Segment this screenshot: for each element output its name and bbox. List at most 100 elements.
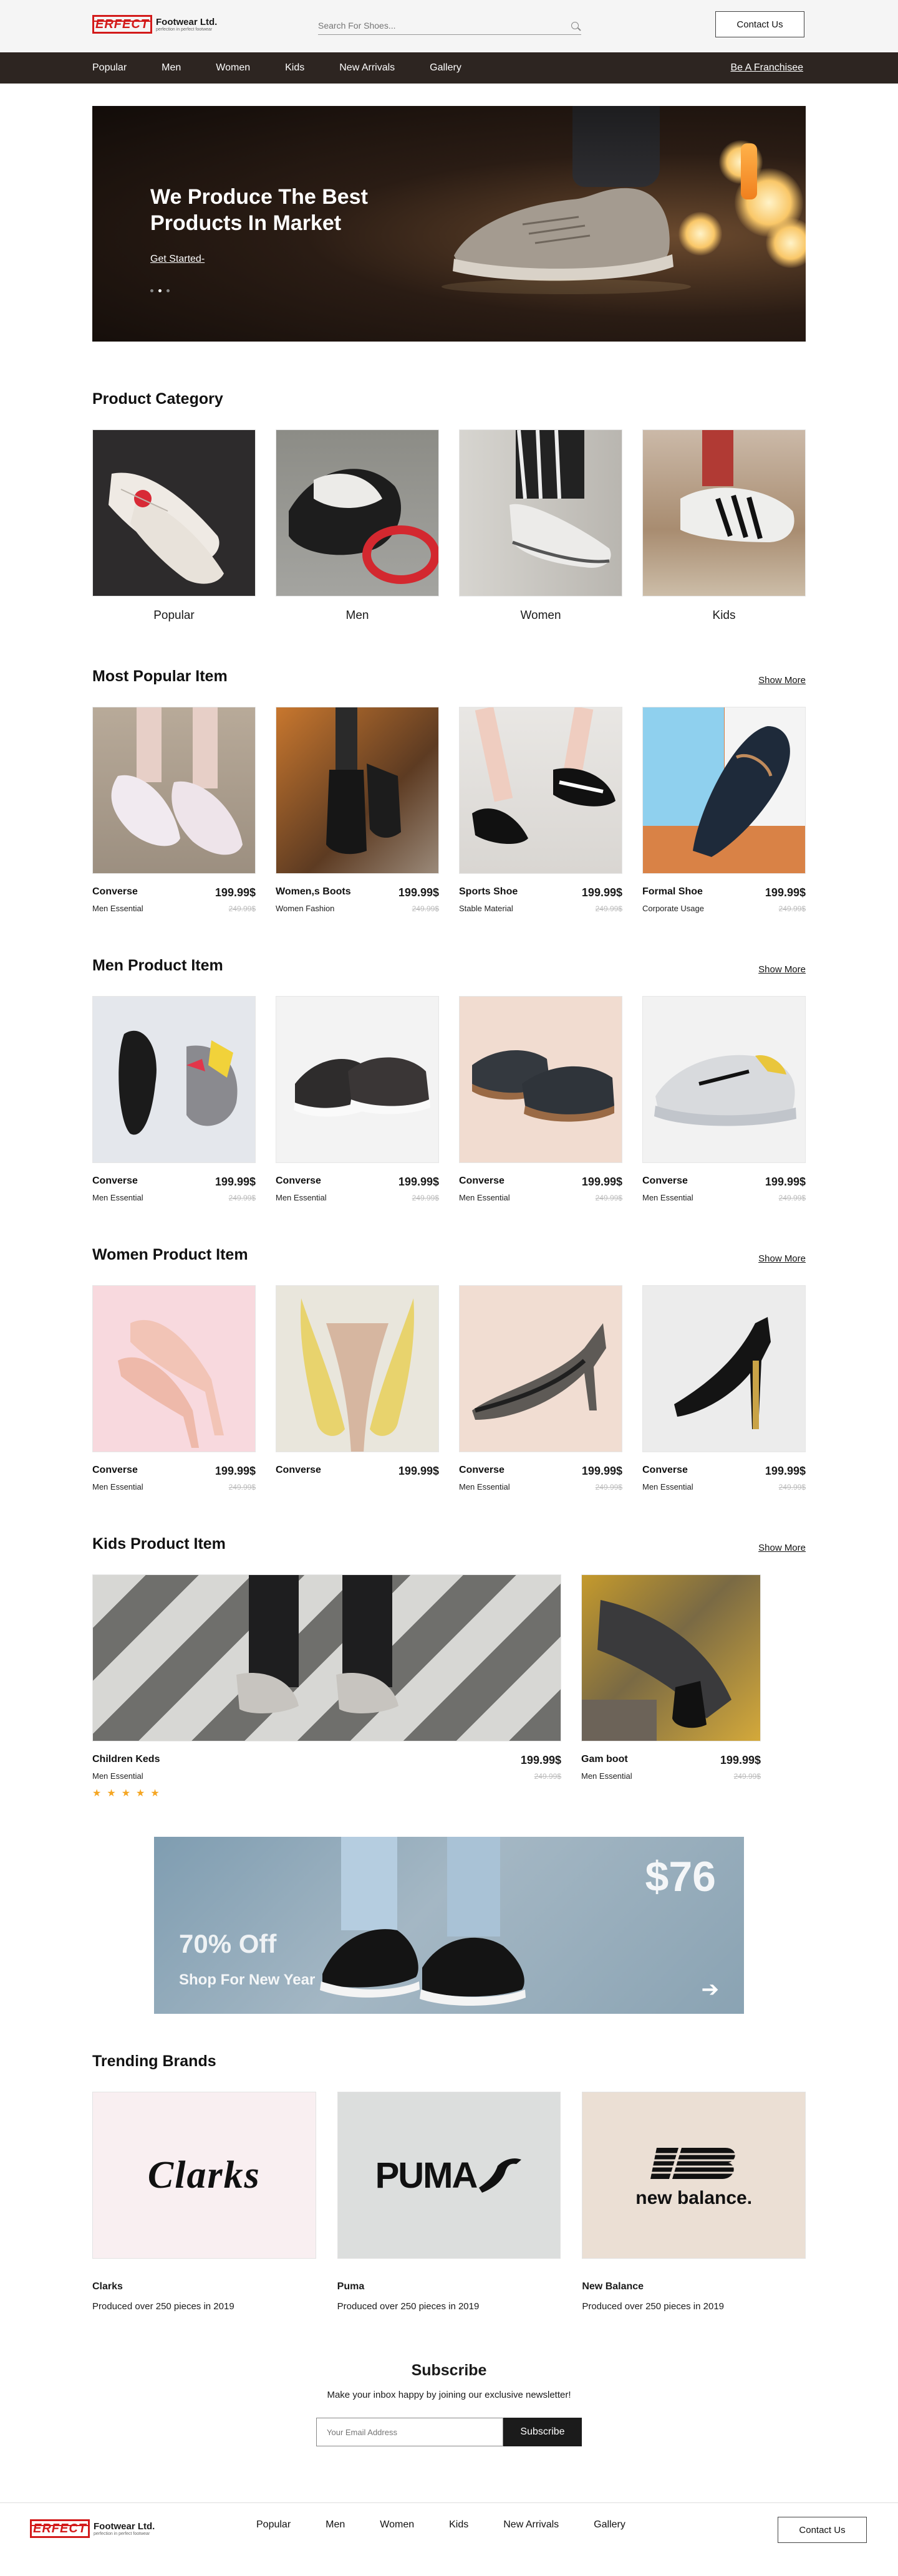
footer-nav-popular[interactable]: Popular	[256, 2519, 291, 2531]
nav-item-men[interactable]: Men	[162, 62, 181, 74]
brand-logo-box: Clarks	[92, 2092, 316, 2259]
section-title: Product Category	[92, 390, 223, 408]
product-name: Formal Shoe	[642, 886, 703, 897]
section-title: Women Product Item	[92, 1246, 248, 1263]
popular-section: Most Popular Item Show More Converse Men …	[92, 668, 806, 913]
product-card[interactable]: Gam boot Men Essential 199.99$ 249.99$	[581, 1574, 761, 1799]
promo-subtitle: Shop For New Year	[179, 1971, 316, 1988]
product-image	[581, 1574, 761, 1741]
product-card[interactable]: Converse Men Essential 199.99$ 249.99$	[276, 996, 439, 1202]
product-price: 199.99$	[215, 1175, 256, 1188]
product-name: Sports Shoe	[459, 886, 518, 897]
puma-logo: PUMA	[375, 2155, 478, 2196]
section-title: Most Popular Item	[92, 668, 228, 685]
kids-section: Kids Product Item Show More Children Ked…	[92, 1535, 806, 1799]
logo-name: Footwear Ltd.	[156, 17, 218, 27]
product-image	[459, 429, 622, 596]
category-label: Kids	[712, 609, 736, 622]
footer-nav-men[interactable]: Men	[326, 2519, 345, 2531]
carousel-dot[interactable]	[167, 289, 170, 292]
product-card[interactable]: Formal Shoe Corporate Usage 199.99$ 249.99…	[642, 707, 806, 913]
product-old-price: 249.99$	[733, 1772, 761, 1781]
product-card[interactable]: Converse Men Essential 199.99$ 249.99$	[92, 996, 256, 1202]
women-section: Women Product Item Show More Converse Men…	[92, 1246, 806, 1491]
product-name: Women,s Boots	[276, 886, 351, 897]
category-label: Men	[345, 609, 369, 622]
promo-banner[interactable]: 70% Off Shop For New Year $76 ➔	[154, 1837, 744, 2014]
footer-nav-new-arrivals[interactable]: New Arrivals	[503, 2519, 559, 2531]
product-subtitle: Stable Material	[459, 904, 513, 913]
product-card[interactable]: Converse Men Essential 199.99$ 249.99$	[92, 1285, 256, 1491]
carousel-dots	[150, 289, 170, 292]
show-more-link[interactable]: Show More	[758, 1253, 806, 1264]
carousel-dot[interactable]	[158, 289, 162, 292]
product-old-price: 249.99$	[534, 1772, 561, 1781]
subscribe-button[interactable]: Subscribe	[503, 2418, 582, 2446]
get-started-link[interactable]: Get Started-	[150, 254, 205, 265]
product-card[interactable]: Converse Men Essential 199.99$ 249.99$	[459, 1285, 622, 1491]
category-card-men[interactable]: Men	[276, 429, 439, 623]
brand-card-new-balance[interactable]: new balance. New Balance Produced over 2…	[582, 2092, 806, 2312]
product-old-price: 249.99$	[228, 904, 256, 913]
bokeh-light	[741, 143, 757, 199]
nav-item-popular[interactable]: Popular	[92, 62, 127, 74]
search-input[interactable]	[318, 20, 571, 31]
nav-item-new-arrivals[interactable]: New Arrivals	[339, 62, 395, 74]
product-price: 199.99$	[765, 886, 806, 899]
footer-nav-gallery[interactable]: Gallery	[594, 2519, 625, 2531]
product-image	[459, 996, 622, 1163]
category-label: Popular	[153, 609, 195, 622]
product-card[interactable]: Sports Shoe Stable Material 199.99$ 249.99…	[459, 707, 622, 913]
product-card[interactable]: Converse 199.99$	[276, 1285, 439, 1491]
search-icon[interactable]	[571, 21, 579, 29]
brand-logo[interactable]: ERFECT Footwear Ltd. perfection in perfe…	[92, 15, 217, 34]
product-card[interactable]: Children Keds Men Essential ★★★★★ 199.99…	[92, 1574, 561, 1799]
show-more-link[interactable]: Show More	[758, 675, 806, 686]
category-card-popular[interactable]: Popular	[92, 429, 256, 623]
show-more-link[interactable]: Show More	[758, 1543, 806, 1553]
email-field[interactable]	[316, 2418, 503, 2446]
brand-description: Produced over 250 pieces in 2019	[582, 2301, 725, 2312]
footer-nav-kids[interactable]: Kids	[449, 2519, 468, 2531]
hero-sneaker-image	[442, 188, 691, 294]
brand-card-clarks[interactable]: Clarks Clarks Produced over 250 pieces i…	[92, 2092, 316, 2312]
product-image	[642, 1285, 806, 1452]
nav-item-women[interactable]: Women	[216, 62, 250, 74]
section-title: Trending Brands	[92, 2052, 216, 2070]
carousel-dot[interactable]	[150, 289, 153, 292]
product-subtitle: Men Essential	[92, 1193, 143, 1202]
show-more-link[interactable]: Show More	[758, 964, 806, 975]
product-image	[92, 996, 256, 1163]
promo-price: $76	[645, 1853, 716, 1900]
arrow-right-icon[interactable]: ➔	[702, 1977, 720, 2002]
product-image	[276, 996, 439, 1163]
product-card[interactable]: Converse Men Essential 199.99$ 249.99$	[459, 996, 622, 1202]
product-subtitle: Corporate Usage	[642, 904, 704, 913]
brand-card-puma[interactable]: PUMA Puma Produced over 250 pieces in 20…	[337, 2092, 561, 2312]
product-card[interactable]: Converse Men Essential 199.99$ 249.99$	[92, 707, 256, 913]
product-old-price: 249.99$	[778, 904, 806, 913]
product-subtitle: Men Essential	[642, 1193, 693, 1202]
subscribe-text: Make your inbox happy by joining our exc…	[327, 2390, 571, 2400]
brand-name: Puma	[337, 2281, 365, 2292]
contact-button[interactable]: Contact Us	[715, 11, 804, 37]
category-card-women[interactable]: Women	[459, 429, 622, 623]
franchise-link[interactable]: Be A Franchisee	[730, 62, 803, 74]
footer-nav-women[interactable]: Women	[380, 2519, 414, 2531]
product-price: 199.99$	[581, 1465, 622, 1477]
product-image	[92, 1285, 256, 1452]
footer-logo[interactable]: ERFECT Footwear Ltd. perfection in perfe…	[30, 2519, 155, 2538]
product-name: Converse	[92, 1465, 138, 1475]
product-card[interactable]: Converse Men Essential 199.99$ 249.99$	[642, 1285, 806, 1491]
product-card[interactable]: Women,s Boots Women Fashion 199.99$ 249.99…	[276, 707, 439, 913]
footer-contact-button[interactable]: Contact Us	[778, 2517, 867, 2543]
category-card-kids[interactable]: Kids	[642, 429, 806, 623]
product-price: 199.99$	[581, 886, 622, 899]
product-old-price: 249.99$	[595, 1194, 622, 1202]
nav-item-gallery[interactable]: Gallery	[430, 62, 461, 74]
product-subtitle: Men Essential	[276, 1193, 327, 1202]
logo-tagline: perfection in perfect footwear	[156, 27, 213, 32]
brand-logo-box: PUMA	[337, 2092, 561, 2259]
nav-item-kids[interactable]: Kids	[285, 62, 304, 74]
product-card[interactable]: Converse Men Essential 199.99$ 249.99$	[642, 996, 806, 1202]
